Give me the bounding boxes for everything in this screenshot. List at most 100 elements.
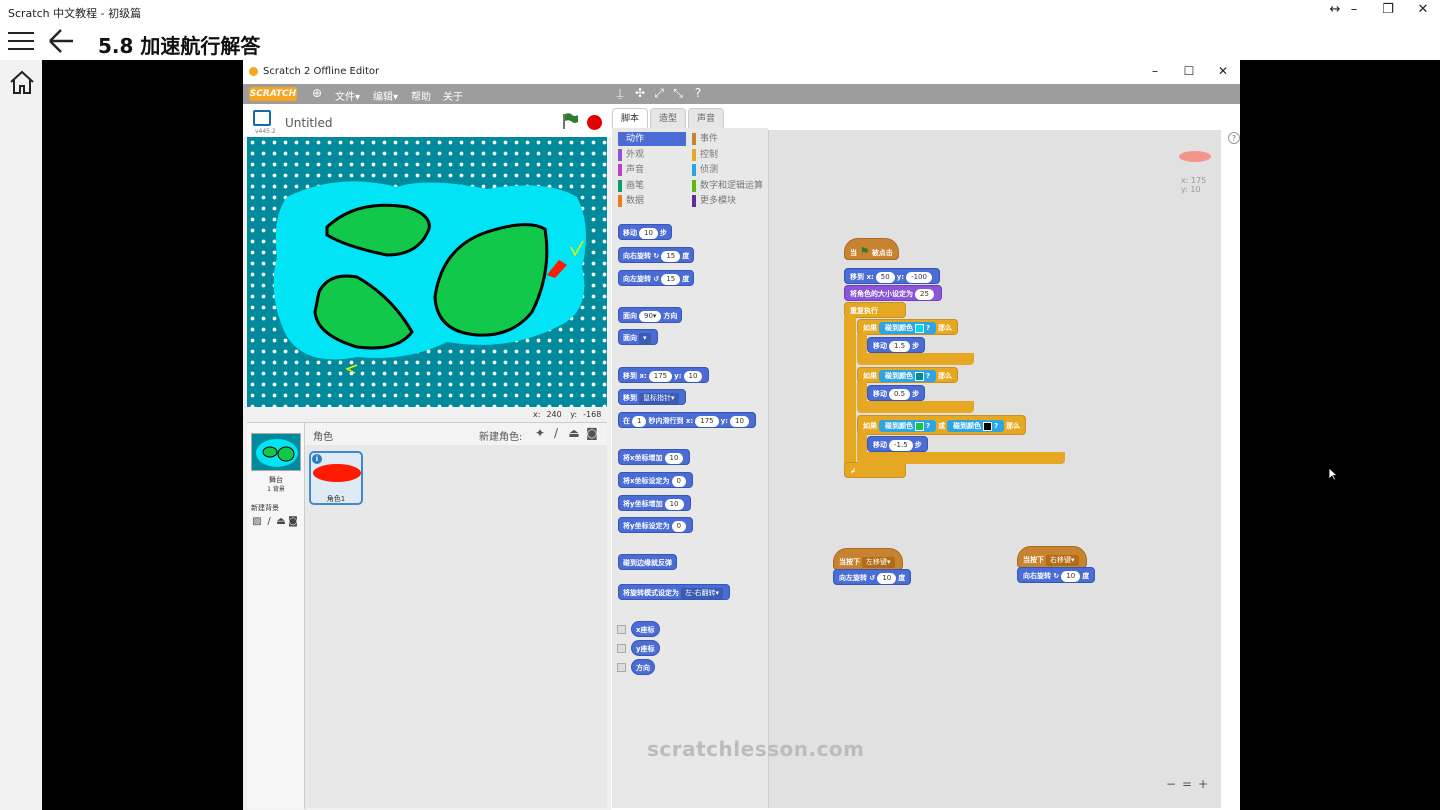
upload-backdrop-icon[interactable]: ⏏: [275, 516, 287, 528]
sprite-name: 角色1: [326, 495, 346, 503]
block-turn-right[interactable]: 向右旋转 ↻ 15 度: [618, 247, 695, 263]
checkbox-x-position[interactable]: [617, 625, 626, 634]
block-point-towards[interactable]: 面向 ▾: [618, 329, 658, 345]
block-if-touching-color-2[interactable]: 如果 碰到颜色? 那么: [857, 367, 959, 383]
block-turn-left[interactable]: 向左旋转 ↺ 15 度: [618, 270, 695, 286]
stop-icon[interactable]: [587, 115, 602, 130]
delete-tool-icon[interactable]: ✣: [633, 86, 647, 102]
block-goto-xy[interactable]: 移到 x: 175 y: 10: [618, 367, 710, 383]
globe-icon[interactable]: ⊕: [312, 86, 322, 100]
category-right-1[interactable]: 控制: [692, 148, 766, 162]
block-change-y[interactable]: 将y坐标增加 10: [618, 495, 691, 511]
green-flag-icon[interactable]: [561, 112, 579, 130]
category-left-3[interactable]: 画笔: [618, 179, 686, 193]
category-right-0[interactable]: 事件: [692, 132, 766, 146]
duplicate-tool-icon[interactable]: ⍊: [613, 86, 627, 102]
menu-file[interactable]: 文件▾: [335, 88, 360, 103]
category-label: 事件: [700, 134, 719, 144]
scratch-maximize-icon[interactable]: ☐: [1177, 64, 1201, 78]
sprite-library-icon[interactable]: ✦: [533, 426, 547, 440]
block-set-x[interactable]: 将x坐标设定为 0: [618, 472, 693, 488]
close-icon[interactable]: ✕: [1408, 2, 1438, 17]
help-icon[interactable]: ?: [1228, 132, 1240, 144]
block-set-size[interactable]: 将角色的大小设定为 25: [844, 285, 942, 301]
category-left-1[interactable]: 外观: [618, 148, 686, 162]
block-y-position[interactable]: y座标: [631, 640, 660, 656]
scratch-logo[interactable]: SCRATCH: [249, 87, 297, 101]
block-point-direction[interactable]: 面向 90▾ 方向: [618, 307, 683, 323]
sprite-preview: [1179, 151, 1211, 162]
scratch-menubar: SCRATCH ⊕ 文件▾ 编辑▾ 帮助 关于 ⍊ ✣ ⤢ ⤡ ?: [243, 84, 1240, 104]
menu-about[interactable]: 关于: [443, 88, 463, 103]
block-move-3[interactable]: 移动 -1.5 步: [867, 436, 928, 452]
category-left-0[interactable]: 动作: [618, 132, 686, 146]
sprite-header: 角色 新建角色: ✦ / ⏏ ◙: [305, 423, 607, 445]
block-forever[interactable]: 重复执行: [844, 302, 906, 318]
mouse-x: 240: [546, 410, 562, 419]
block-bounce[interactable]: 碰到边缘就反弹: [618, 554, 677, 570]
block-move-2[interactable]: 移动 0.5 步: [867, 385, 926, 401]
block-move-1[interactable]: 移动 1.5 步: [867, 337, 926, 353]
block-set-y[interactable]: 将y坐标设定为 0: [618, 517, 694, 533]
back-arrow-icon[interactable]: [46, 26, 82, 58]
zoom-in-icon[interactable]: +: [1195, 777, 1211, 791]
block-x-position[interactable]: x座标: [631, 621, 660, 637]
block-move[interactable]: 移动 10 步: [618, 224, 672, 240]
sprite-tile[interactable]: i 角色1: [309, 451, 363, 505]
tab-costumes[interactable]: 造型: [650, 108, 687, 128]
block-goto-xy[interactable]: 移到 x: 50 y: -100: [844, 268, 940, 284]
tab-scripts[interactable]: 脚本: [612, 108, 649, 128]
block-goto[interactable]: 移到 鼠标指针▾: [618, 389, 686, 405]
paint-backdrop-icon[interactable]: /: [263, 516, 275, 528]
presentation-mode-icon[interactable]: [253, 110, 271, 126]
version-label: v445.2: [255, 128, 276, 135]
stage-column: 舞台 1 背景 新建背景 ▨ / ⏏ ◙: [247, 423, 305, 809]
stage-thumbnail[interactable]: [251, 433, 301, 471]
block-rotation-style[interactable]: 将旋转模式设定为 左-右翻转▾: [618, 584, 731, 600]
upload-sprite-icon[interactable]: ⏏: [567, 426, 581, 440]
minimize-icon[interactable]: –: [1339, 2, 1369, 17]
block-if-touching-color-1[interactable]: 如果 碰到颜色? 那么: [857, 319, 959, 335]
tab-sounds[interactable]: 声音: [688, 108, 725, 128]
block-change-x[interactable]: 将x坐标增加 10: [618, 449, 691, 465]
block-when-key-right[interactable]: 当按下 右移键▾: [1017, 546, 1087, 568]
stage-canvas[interactable]: [247, 137, 607, 407]
block-direction[interactable]: 方向: [631, 659, 655, 675]
category-swatch: [618, 179, 622, 192]
if-end: [857, 401, 974, 413]
category-right-4[interactable]: 更多模块: [692, 194, 766, 208]
grow-tool-icon[interactable]: ⤢: [652, 86, 666, 102]
hamburger-menu-icon[interactable]: [8, 32, 34, 52]
block-forever-end: ↲: [844, 462, 906, 478]
block-when-flag-clicked[interactable]: 当 ⚑ 被点击: [844, 238, 899, 260]
restore-icon[interactable]: ❐: [1373, 2, 1403, 17]
block-when-key-left[interactable]: 当按下 左移键▾: [833, 548, 903, 570]
shrink-tool-icon[interactable]: ⤡: [671, 86, 685, 102]
project-title[interactable]: Untitled: [285, 116, 332, 130]
category-right-3[interactable]: 数字和逻辑运算: [692, 179, 766, 193]
checkbox-y-position[interactable]: [617, 644, 626, 653]
category-label: 控制: [700, 149, 719, 160]
sprite-y: 10: [1190, 185, 1201, 194]
block-if-touching-color-3[interactable]: 如果 碰到颜色? 或碰到颜色? 那么: [857, 415, 1027, 435]
home-icon[interactable]: [8, 68, 36, 96]
scripts-area[interactable]: 当 ⚑ 被点击 移到 x: 50 y: -100 将角色的大小设定为 25 重复执行 ↲…: [768, 130, 1338, 808]
camera-sprite-icon[interactable]: ◙: [585, 426, 599, 440]
help-tool-icon[interactable]: ?: [691, 86, 705, 102]
zoom-reset-icon[interactable]: =: [1179, 777, 1195, 791]
camera-backdrop-icon[interactable]: ◙: [287, 516, 299, 528]
menu-edit[interactable]: 编辑▾: [373, 88, 398, 103]
zoom-out-icon[interactable]: −: [1163, 777, 1179, 791]
block-turn-right[interactable]: 向右旋转 ↻ 10 度: [1017, 567, 1096, 583]
block-turn-left[interactable]: 向左旋转 ↺ 10 度: [833, 569, 912, 585]
paint-sprite-icon[interactable]: /: [549, 426, 563, 440]
block-glide[interactable]: 在 1 秒内滑行到 x: 175 y: 10: [618, 412, 756, 428]
menu-help[interactable]: 帮助: [411, 88, 431, 103]
backdrop-library-icon[interactable]: ▨: [251, 516, 263, 528]
scratch-minimize-icon[interactable]: –: [1143, 64, 1167, 78]
category-left-2[interactable]: 声音: [618, 163, 686, 177]
category-right-2[interactable]: 侦测: [692, 163, 766, 177]
category-left-4[interactable]: 数据: [618, 194, 686, 208]
scratch-close-icon[interactable]: ✕: [1211, 64, 1235, 78]
checkbox-direction[interactable]: [617, 663, 626, 672]
